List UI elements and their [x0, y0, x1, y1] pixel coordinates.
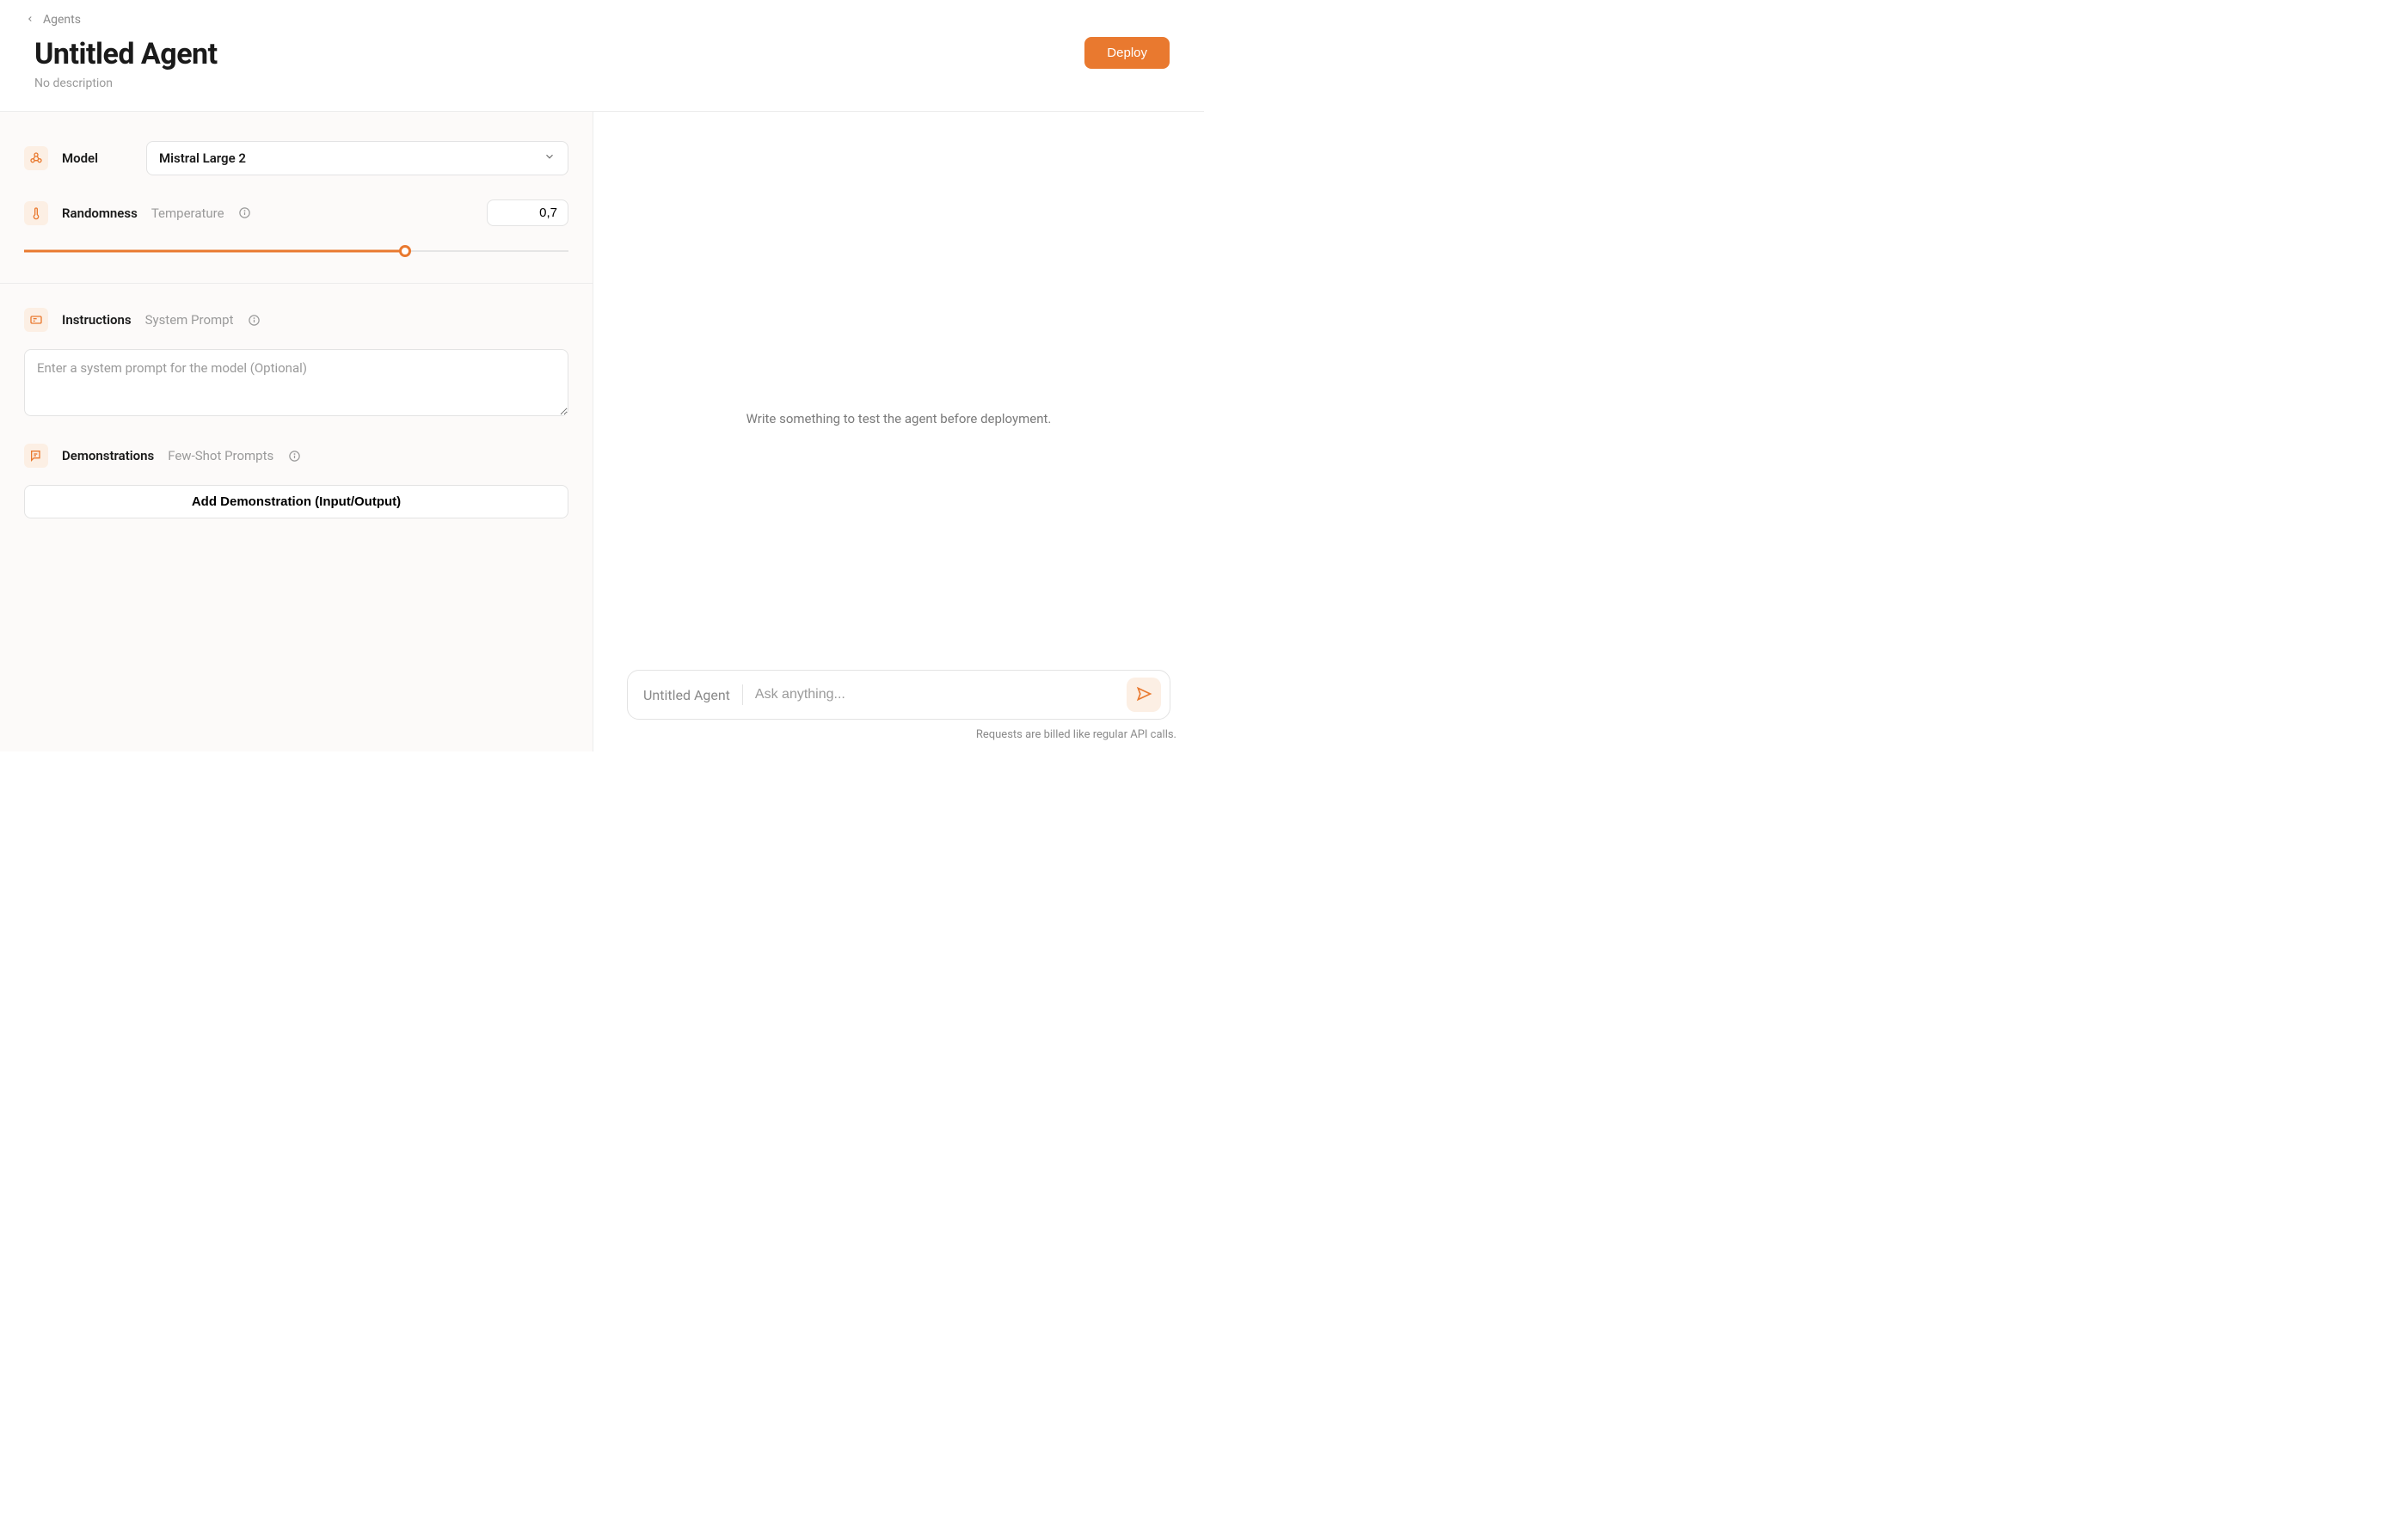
model-selected-value: Mistral Large 2	[159, 150, 246, 166]
info-icon[interactable]	[238, 206, 252, 220]
chevron-down-icon	[544, 150, 556, 166]
add-demonstration-button[interactable]: Add Demonstration (Input/Output)	[24, 485, 568, 518]
model-label: Model	[62, 150, 98, 166]
playground-pane: Write something to test the agent before…	[593, 112, 1204, 751]
instructions-icon	[24, 308, 48, 332]
page-subtitle[interactable]: No description	[34, 77, 218, 90]
fewshot-label: Few-Shot Prompts	[168, 448, 273, 463]
chat-input[interactable]	[755, 687, 1115, 702]
playground-empty-message: Write something to test the agent before…	[746, 411, 1052, 426]
send-button[interactable]	[1127, 678, 1161, 712]
demonstrations-label: Demonstrations	[62, 448, 154, 463]
deploy-button[interactable]: Deploy	[1084, 37, 1170, 69]
model-select[interactable]: Mistral Large 2	[146, 141, 568, 175]
breadcrumb[interactable]: Agents	[26, 13, 81, 27]
billing-note: Requests are billed like regular API cal…	[976, 728, 1176, 741]
slider-thumb[interactable]	[399, 245, 411, 257]
chat-agent-label: Untitled Agent	[643, 687, 730, 703]
temperature-label: Temperature	[151, 205, 224, 221]
send-icon	[1135, 685, 1152, 705]
randomness-label: Randomness	[62, 205, 138, 221]
info-icon[interactable]	[247, 313, 261, 327]
demonstrations-icon	[24, 444, 48, 468]
system-prompt-input[interactable]	[24, 349, 568, 416]
temperature-input[interactable]	[487, 199, 568, 226]
chat-box: Untitled Agent	[627, 670, 1170, 720]
chevron-left-icon	[26, 13, 34, 27]
temperature-slider[interactable]	[24, 245, 568, 257]
breadcrumb-label: Agents	[43, 13, 81, 27]
instructions-label: Instructions	[62, 312, 132, 328]
system-prompt-label: System Prompt	[145, 312, 234, 328]
page-header: Untitled Agent No description Deploy	[0, 27, 1204, 112]
info-icon[interactable]	[287, 449, 301, 463]
model-icon	[24, 146, 48, 170]
page-title[interactable]: Untitled Agent	[34, 37, 218, 71]
thermometer-icon	[24, 201, 48, 225]
config-pane: Model Mistral Large 2 Randomness Tempera…	[0, 112, 593, 751]
